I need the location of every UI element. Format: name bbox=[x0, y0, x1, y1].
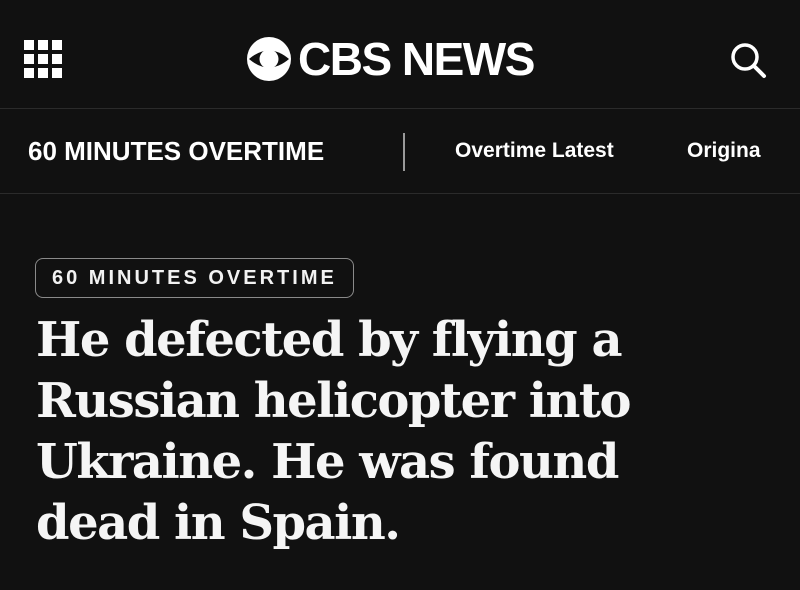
section-nav: 60 MINUTES OVERTIME Overtime Latest Orig… bbox=[0, 109, 800, 194]
site-logo[interactable]: CBS NEWS bbox=[246, 33, 535, 85]
nav-link-originals[interactable]: Origina bbox=[687, 139, 761, 163]
cbs-eye-icon bbox=[247, 37, 291, 81]
grid-menu-icon[interactable] bbox=[24, 40, 62, 78]
section-title[interactable]: 60 MINUTES OVERTIME bbox=[28, 136, 324, 167]
nav-overflow-fade bbox=[760, 109, 800, 193]
article-headline: He defected by flying a Russian helicopt… bbox=[36, 312, 632, 551]
site-header: CBS NEWS bbox=[0, 0, 800, 109]
nav-divider bbox=[403, 133, 405, 171]
brand-name: CBS NEWS bbox=[298, 33, 535, 85]
search-icon[interactable] bbox=[728, 40, 768, 80]
nav-link-overtime-latest[interactable]: Overtime Latest bbox=[455, 139, 614, 163]
category-badge[interactable]: 60 MINUTES OVERTIME bbox=[35, 258, 354, 298]
